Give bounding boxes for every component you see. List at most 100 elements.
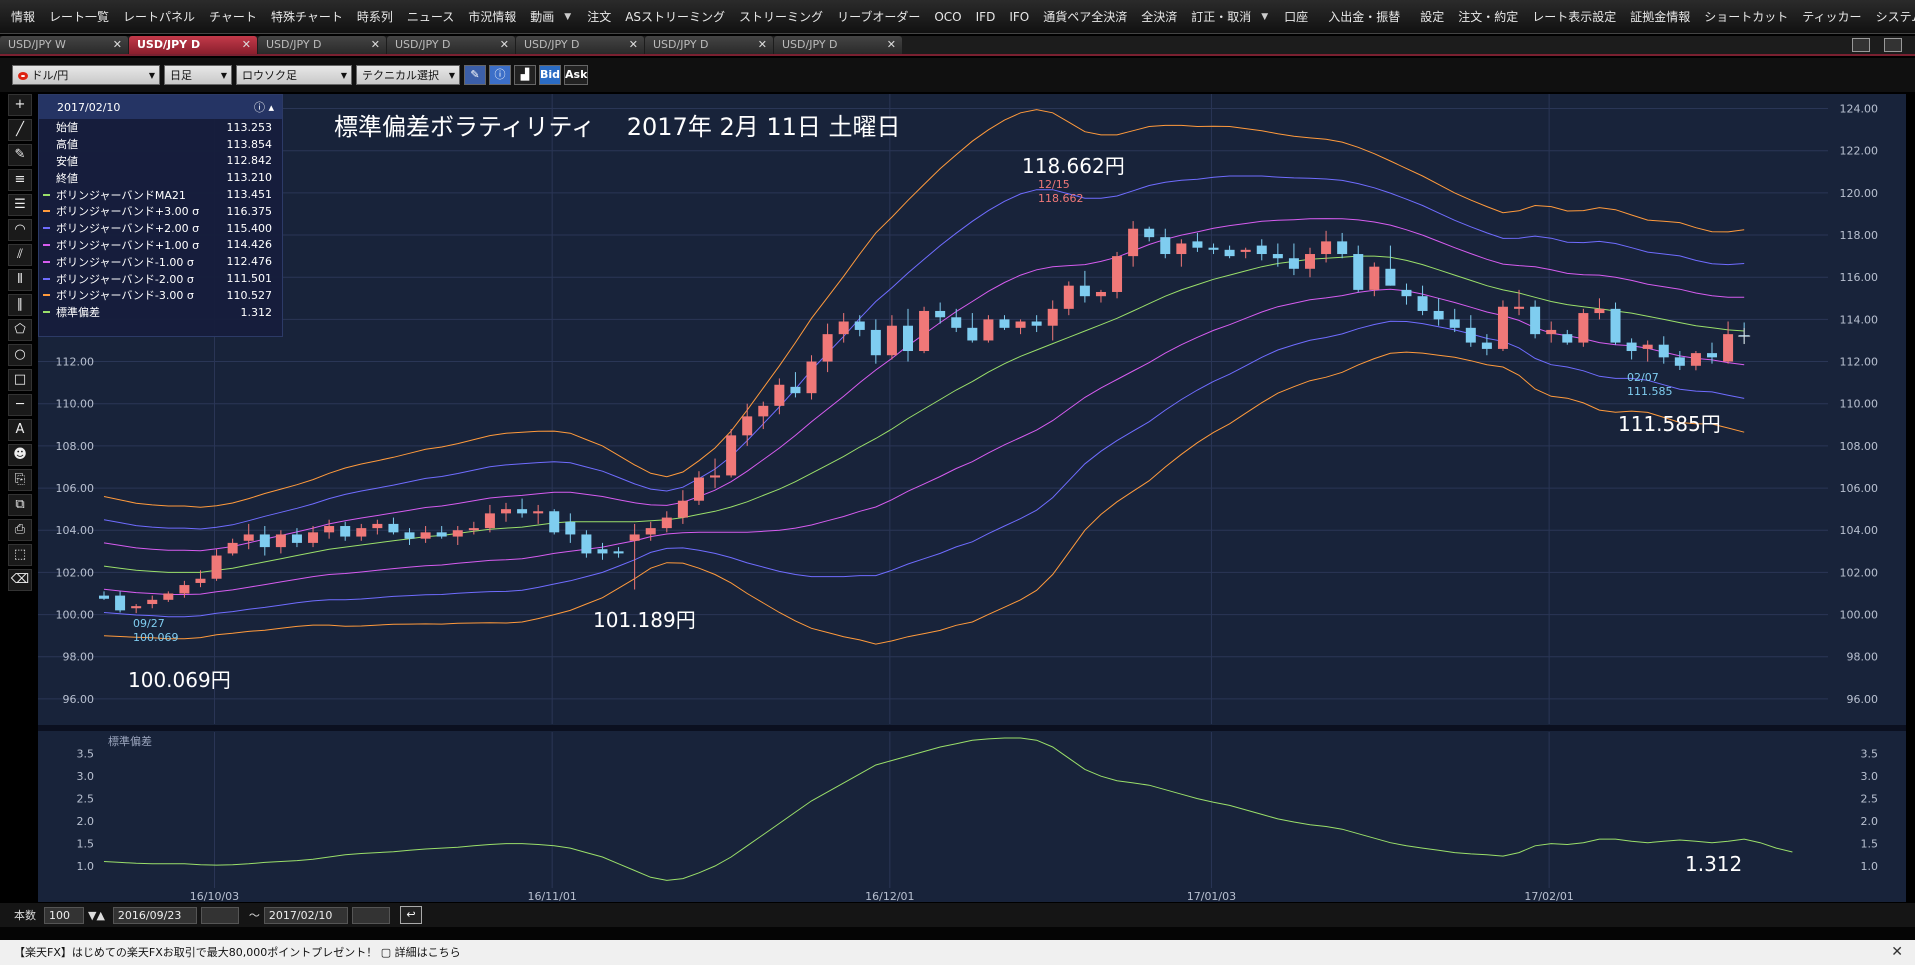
info-button[interactable]: ⓘ — [489, 65, 511, 85]
data-window-label: ボリンジャーバンド-3.00 σ — [56, 289, 194, 303]
menu-item[interactable]: 注文・約定 — [1451, 6, 1525, 28]
chart-tab[interactable]: USD/JPY D ✕ — [258, 36, 386, 54]
sub-y-tick-label: 2.0 — [77, 815, 95, 828]
menu-item[interactable]: 設定 — [1413, 6, 1451, 28]
restore-window-button[interactable] — [1852, 38, 1870, 52]
candle-body — [710, 475, 721, 478]
to-time-input[interactable] — [351, 906, 390, 924]
drawing-tool-icon[interactable]: ⬚ — [8, 544, 32, 566]
drawing-tool-icon[interactable]: ─ — [8, 394, 32, 416]
y-tick-label-left: 96.00 — [63, 693, 95, 706]
currency-pair-select[interactable]: ドル/円 ▼ — [12, 65, 160, 85]
ask-button[interactable]: Ask — [564, 65, 589, 85]
pen-tool-button[interactable]: ✎ — [464, 65, 486, 85]
close-tab-icon[interactable]: ✕ — [113, 36, 122, 54]
ad-banner[interactable]: 【楽天FX】はじめての楽天FXお取引で最大80,000ポイントプレゼント！ ▢ … — [0, 940, 1915, 965]
menu-item[interactable]: 情報 — [4, 6, 42, 28]
candle-body — [1707, 353, 1717, 358]
menu-item[interactable]: ニュース — [400, 6, 461, 28]
from-date-input[interactable]: 2016/09/23 — [112, 906, 197, 924]
menu-item[interactable]: IFO — [1002, 6, 1036, 28]
menu-item[interactable]: ショートカット — [1697, 6, 1795, 28]
menu-item[interactable]: リーブオーダー — [830, 6, 927, 28]
candle-body — [195, 578, 206, 583]
data-window-settings-icon[interactable]: ⓘ ▴ — [254, 99, 274, 115]
drawing-tool-icon[interactable]: ○ — [8, 344, 32, 366]
menu-dropdown-icon[interactable]: ▼ — [561, 12, 574, 22]
menu-item[interactable]: システム — [1869, 6, 1915, 28]
drawing-tool-icon[interactable]: ⌫ — [8, 569, 32, 591]
close-tab-icon[interactable]: ✕ — [242, 36, 251, 54]
menu-item[interactable]: ティッカー — [1795, 6, 1868, 28]
candle-body — [1112, 256, 1123, 292]
to-date-input[interactable]: 2017/02/10 — [263, 906, 348, 924]
technical-select[interactable]: テクニカル選択 ▼ — [356, 65, 460, 85]
drawing-tool-icon[interactable]: ╱ — [8, 119, 32, 141]
close-window-button[interactable] — [1884, 38, 1902, 52]
menu-item[interactable]: 全決済 — [1134, 6, 1184, 28]
menu-item[interactable]: 口座 — [1277, 6, 1315, 28]
menu-item[interactable]: 注文 — [580, 6, 618, 28]
menu-item[interactable]: ASストリーミング — [618, 6, 732, 28]
period-select[interactable]: 日足 ▼ — [164, 65, 232, 85]
series-swatch — [43, 210, 50, 213]
volume-button[interactable]: ▟ — [514, 65, 536, 85]
drawing-tool-icon[interactable]: ◠ — [8, 219, 32, 241]
chart-tab[interactable]: USD/JPY D ✕ — [129, 36, 257, 54]
drawing-tool-icon[interactable]: ⦀ — [8, 269, 32, 291]
menu-item[interactable]: 訂正・取消 — [1184, 6, 1258, 28]
menu-item[interactable]: 入出金・振替 — [1321, 6, 1407, 28]
menu-item[interactable]: IFD — [969, 6, 1003, 28]
drawing-tool-icon[interactable]: ⎙ — [8, 519, 32, 541]
from-time-input[interactable] — [200, 906, 239, 924]
count-input[interactable]: 100 — [44, 906, 84, 924]
drawing-tool-icon[interactable]: A — [8, 419, 32, 441]
menu-item[interactable]: 通貨ペア全決済 — [1036, 6, 1134, 28]
drawing-tool-icon[interactable]: □ — [8, 369, 32, 391]
menu-item[interactable]: レート表示設定 — [1525, 6, 1623, 28]
chart-tab-label: USD/JPY W — [8, 38, 66, 51]
chart-area[interactable]: 96.00 96.00 98.00 98.00 100.00 100.00 102.00 10… — [38, 94, 1906, 902]
drawing-tool-icon[interactable]: + — [8, 94, 32, 116]
chart-tab[interactable]: USD/JPY D ✕ — [774, 36, 902, 54]
chart-tab[interactable]: USD/JPY D ✕ — [645, 36, 773, 54]
drawing-tool-icon[interactable]: ✎ — [8, 144, 32, 166]
menu-item[interactable]: 動画 — [523, 6, 561, 28]
chart-tab[interactable]: USD/JPY D ✕ — [387, 36, 515, 54]
menu-dropdown-icon[interactable]: ▼ — [1258, 12, 1271, 22]
bid-button[interactable]: Bid — [539, 65, 562, 85]
close-tab-icon[interactable]: ✕ — [500, 36, 509, 54]
drawing-tool-icon[interactable]: ∥ — [8, 294, 32, 316]
menu-item[interactable]: 時系列 — [350, 6, 400, 28]
candle-body — [436, 532, 447, 537]
count-stepper-icon[interactable]: ▼▲ — [88, 909, 105, 922]
menu-item[interactable]: OCO — [927, 6, 968, 28]
drawing-tool-icon[interactable]: ☻ — [8, 444, 32, 466]
menu-item[interactable]: レートパネル — [116, 6, 202, 28]
close-tab-icon[interactable]: ✕ — [758, 36, 767, 54]
high-price-annotation: 118.662円 — [1022, 154, 1125, 178]
drawing-tool-icon[interactable]: ⎘ — [8, 469, 32, 491]
close-tab-icon[interactable]: ✕ — [629, 36, 638, 54]
menu-item[interactable]: 証拠金情報 — [1623, 6, 1697, 28]
menu-item[interactable]: チャート — [202, 6, 264, 28]
ad-text[interactable]: 【楽天FX】はじめての楽天FXお取引で最大80,000ポイントプレゼント！ ▢ … — [14, 946, 461, 959]
drawing-tool-icon[interactable]: ☰ — [8, 194, 32, 216]
close-tab-icon[interactable]: ✕ — [887, 36, 896, 54]
menu-item[interactable]: 市況情報 — [461, 6, 523, 28]
y-tick-label: 122.00 — [1840, 145, 1879, 158]
price-chart[interactable]: 96.00 96.00 98.00 98.00 100.00 100.00 102.00 10… — [38, 94, 1906, 902]
menu-item[interactable]: レート一覧 — [42, 6, 116, 28]
chart-type-select[interactable]: ロウソク足 ▼ — [236, 65, 352, 85]
close-tab-icon[interactable]: ✕ — [371, 36, 380, 54]
drawing-tool-icon[interactable]: ⧉ — [8, 494, 32, 516]
close-icon[interactable]: ✕ — [1891, 940, 1903, 965]
menu-item[interactable]: 特殊チャート — [264, 6, 350, 28]
drawing-tool-icon[interactable]: ≡ — [8, 169, 32, 191]
chart-tab[interactable]: USD/JPY W ✕ — [0, 36, 128, 54]
return-button[interactable]: ↩ — [399, 906, 422, 924]
drawing-tool-icon[interactable]: ⫽ — [8, 244, 32, 266]
menu-item[interactable]: ストリーミング — [732, 6, 830, 28]
drawing-tool-icon[interactable]: ⬠ — [8, 319, 32, 341]
chart-tab[interactable]: USD/JPY D ✕ — [516, 36, 644, 54]
